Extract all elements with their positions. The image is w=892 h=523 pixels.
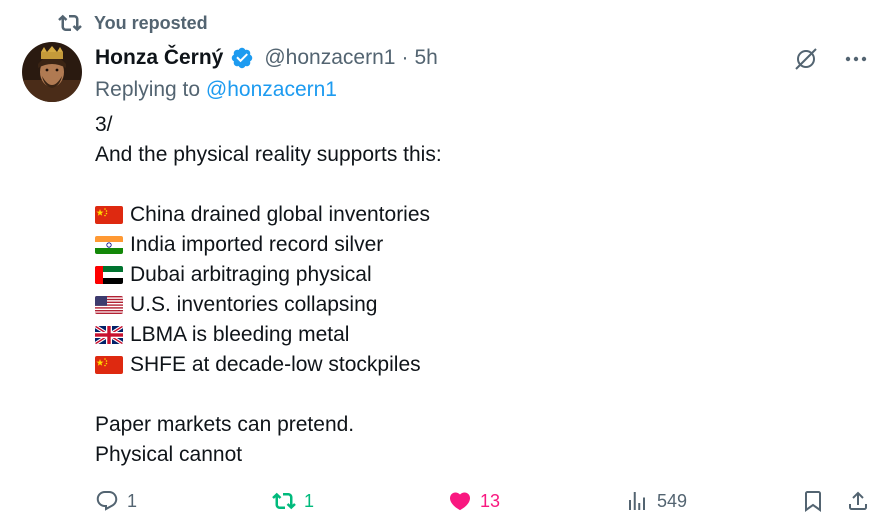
more-options-icon[interactable] bbox=[842, 45, 870, 73]
china-flag-icon bbox=[95, 206, 123, 224]
replying-to: Replying to @honzacern1 bbox=[95, 78, 337, 102]
tweet-line: Physical cannot bbox=[95, 443, 243, 466]
like-button[interactable]: 13 bbox=[448, 486, 500, 516]
repost-icon bbox=[272, 492, 296, 510]
tweet-top-actions bbox=[792, 45, 870, 73]
verified-badge-icon[interactable] bbox=[230, 46, 254, 70]
author-name[interactable]: Honza Černý bbox=[95, 46, 223, 70]
china-flag-icon bbox=[95, 356, 123, 374]
tweet-line: 3/ bbox=[95, 113, 113, 136]
repost-count: 1 bbox=[304, 490, 315, 511]
list-item-text: India imported record silver bbox=[130, 233, 384, 256]
author-handle[interactable]: @honzacern1 bbox=[264, 46, 395, 70]
tweet-line: Paper markets can pretend. bbox=[95, 413, 355, 436]
list-item-text: China drained global inventories bbox=[130, 203, 431, 226]
india-flag-icon bbox=[95, 236, 123, 254]
avatar-portrait-icon bbox=[22, 42, 82, 102]
usa-flag-icon bbox=[95, 296, 123, 314]
views-button[interactable]: 549 bbox=[625, 486, 687, 516]
tweet-header: Honza Černý @honzacern1 · 5h bbox=[95, 44, 438, 72]
list-item: U.S. inventories collapsing bbox=[95, 290, 865, 320]
grok-icon[interactable] bbox=[792, 45, 820, 73]
tweet-text: 3/ And the physical reality supports thi… bbox=[95, 110, 865, 470]
list-item: LBMA is bleeding metal bbox=[95, 320, 865, 350]
list-item-text: Dubai arbitraging physical bbox=[130, 263, 372, 286]
share-button[interactable] bbox=[846, 486, 870, 516]
repost-indicator: You reposted bbox=[58, 11, 208, 35]
heart-icon bbox=[449, 492, 471, 511]
replying-to-handle[interactable]: @honzacern1 bbox=[206, 78, 337, 101]
list-item-text: U.S. inventories collapsing bbox=[130, 293, 378, 316]
list-item: SHFE at decade-low stockpiles bbox=[95, 350, 865, 380]
bookmark-icon bbox=[805, 491, 821, 512]
reply-count: 1 bbox=[127, 490, 138, 511]
list-item: China drained global inventories bbox=[95, 200, 865, 230]
bookmark-button[interactable] bbox=[801, 486, 825, 516]
list-item-text: LBMA is bleeding metal bbox=[130, 323, 350, 346]
like-count: 13 bbox=[480, 490, 501, 511]
tweet-actions: 1 1 13 549 bbox=[95, 486, 870, 516]
list-item: Dubai arbitraging physical bbox=[95, 260, 865, 290]
avatar[interactable] bbox=[22, 42, 82, 102]
tweet-line: And the physical reality supports this: bbox=[95, 143, 442, 166]
list-item: India imported record silver bbox=[95, 230, 865, 260]
repost-button[interactable]: 1 bbox=[272, 486, 314, 516]
tweet-timestamp[interactable]: 5h bbox=[414, 46, 437, 70]
repost-icon bbox=[58, 14, 82, 32]
repost-label: You reposted bbox=[94, 12, 208, 33]
replying-to-label: Replying to bbox=[95, 78, 201, 101]
reply-button[interactable]: 1 bbox=[95, 486, 137, 516]
view-count: 549 bbox=[657, 490, 688, 511]
list-item-text: SHFE at decade-low stockpiles bbox=[130, 353, 421, 376]
share-icon bbox=[849, 491, 867, 510]
uae-flag-icon bbox=[95, 266, 123, 284]
views-icon bbox=[629, 492, 645, 510]
reply-icon bbox=[96, 491, 118, 511]
uk-flag-icon bbox=[95, 326, 123, 344]
separator-dot: · bbox=[401, 46, 409, 69]
